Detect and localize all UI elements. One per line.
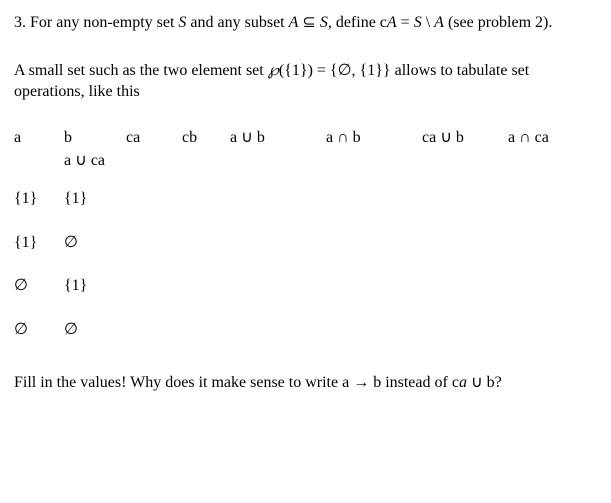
text: A small set such as the two element set <box>14 62 268 79</box>
powerset-sym: ℘ <box>268 62 279 79</box>
col-header-anca: a ∩ ca <box>508 127 568 151</box>
text: Fill in the values! Why does it make sen… <box>14 374 459 391</box>
var-S: S <box>320 14 328 31</box>
col-header-caub: ca ∪ b <box>422 127 508 151</box>
cell-cb <box>182 188 230 232</box>
cell-cb <box>182 275 230 319</box>
cell-a: ∅ <box>14 275 64 319</box>
cell-caub <box>422 275 508 319</box>
cell-ca <box>126 232 182 276</box>
cell-b: {1} <box>64 275 126 319</box>
col-header-aub: a ∪ b <box>230 127 326 151</box>
cell-a: {1} <box>14 188 64 232</box>
cell-anca <box>508 275 568 319</box>
cell-b: ∅ <box>64 319 126 363</box>
cell-ca <box>126 275 182 319</box>
table-row: ∅ {1} <box>14 275 568 319</box>
final-question: Fill in the values! Why does it make sen… <box>14 372 597 394</box>
operations-table: a b ca cb a ∪ b a ∩ b ca ∪ b a ∩ ca a ∪ … <box>14 127 568 363</box>
subset-sym: ⊆ <box>298 14 319 31</box>
cell-aub <box>230 275 326 319</box>
cell-anca <box>508 319 568 363</box>
cell-aub <box>230 232 326 276</box>
text: For any non-empty set <box>26 14 178 31</box>
text: and any subset <box>186 14 288 31</box>
cell-anb <box>326 232 422 276</box>
text: ∪ b? <box>467 374 502 391</box>
cell-ca <box>126 188 182 232</box>
col-header-cb: cb <box>182 127 230 151</box>
table-row: {1} ∅ <box>14 232 568 276</box>
text: , define c <box>328 14 387 31</box>
table-row: ∅ ∅ <box>14 319 568 363</box>
cell-anb <box>326 188 422 232</box>
table-row: {1} {1} <box>14 188 568 232</box>
var-A: A <box>434 14 444 31</box>
cell-caub <box>422 188 508 232</box>
cell-ca <box>126 319 182 363</box>
cell-aub <box>230 188 326 232</box>
table-header: a b ca cb a ∪ b a ∩ b ca ∪ b a ∩ ca <box>14 127 568 151</box>
cell-caub <box>422 232 508 276</box>
cell-anca <box>508 188 568 232</box>
cell-anb <box>326 275 422 319</box>
cell-b: ∅ <box>64 232 126 276</box>
setminus-sym: \ <box>422 14 434 31</box>
cell-b: {1} <box>64 188 126 232</box>
col-header-ca: ca <box>126 127 182 151</box>
cell-a: {1} <box>14 232 64 276</box>
cell-caub <box>422 319 508 363</box>
eq-sym: = <box>397 14 414 31</box>
problem-definition: 3. For any non-empty set S and any subse… <box>14 12 597 34</box>
cell-a: ∅ <box>14 319 64 363</box>
var-a: a <box>459 374 467 391</box>
col-header-auca: a ∪ ca <box>64 150 126 188</box>
text: (see problem 2). <box>444 14 552 31</box>
cell-cb <box>182 232 230 276</box>
var-A: A <box>387 14 397 31</box>
problem-number: 3. <box>14 14 26 31</box>
cell-anca <box>508 232 568 276</box>
col-header-b: b <box>64 127 126 151</box>
var-S: S <box>414 14 422 31</box>
cell-cb <box>182 319 230 363</box>
cell-aub <box>230 319 326 363</box>
table-header-2: a ∪ ca <box>14 150 568 188</box>
col-header-a: a <box>14 127 64 151</box>
var-A: A <box>289 14 299 31</box>
col-header-anb: a ∩ b <box>326 127 422 151</box>
cell-anb <box>326 319 422 363</box>
intro-paragraph: A small set such as the two element set … <box>14 60 597 103</box>
